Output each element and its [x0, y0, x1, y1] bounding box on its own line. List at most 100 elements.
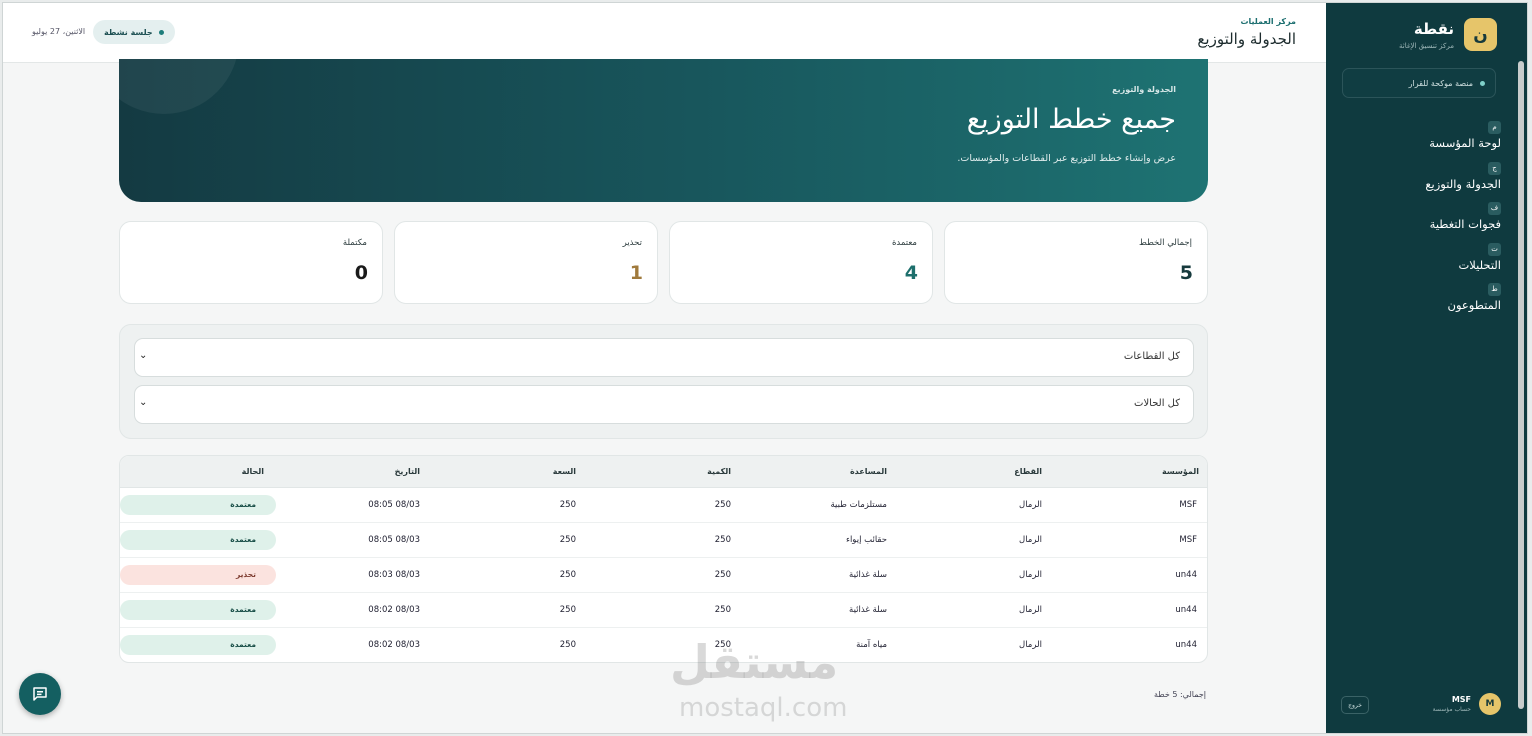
platform-tag-label: منصة موكحة للقرار [1408, 78, 1473, 88]
logout-button[interactable]: خروج [1341, 696, 1369, 714]
cell-date: 08:05 08/03 [368, 500, 420, 510]
sidebar-item-label: التحليلات [1458, 257, 1501, 272]
hero-description: عرض وإنشاء خطط التوزيع عبر القطاعات والم… [957, 153, 1176, 164]
scrollbar[interactable] [1518, 61, 1524, 709]
cell-quantity: 250 [714, 570, 731, 580]
sidebar-item-label: الجدولة والتوزيع [1425, 176, 1501, 191]
cell-institution: un44 [1175, 605, 1197, 615]
status-dot-icon [1480, 80, 1485, 86]
status-select[interactable]: كل الحالات ⌄ [134, 385, 1194, 424]
sidebar-item-dashboard[interactable]: م لوحة المؤسسة [1351, 114, 1501, 155]
decorative-circle [119, 59, 239, 114]
th-capacity: السعة [552, 467, 576, 476]
sidebar-item-analytics[interactable]: ت التحليلات [1351, 236, 1501, 277]
app-window: مركز العمليات الجدولة والتوزيع جلسة نشطة… [2, 2, 1528, 734]
stat-label: إجمالي الخطط [1139, 238, 1192, 248]
plans-table: المؤسسة القطاع المساعدة الكمية السعة الت… [119, 455, 1208, 663]
stat-value: 5 [1179, 262, 1193, 284]
stat-card-warning: تحذير 1 [394, 221, 658, 304]
brand-logo: ن [1464, 18, 1497, 51]
watermark: مستقل [670, 635, 839, 689]
cell-quantity: 250 [714, 500, 731, 510]
cell-sector: الرمال [1019, 570, 1042, 580]
stat-label: تحذير [622, 238, 642, 248]
status-badge: معتمدة [120, 495, 276, 515]
stat-label: معتمدة [891, 238, 917, 248]
cell-institution: MSF [1179, 500, 1197, 510]
header-date: الاثنين، 27 يوليو [32, 27, 86, 36]
cell-institution: un44 [1175, 570, 1197, 580]
chat-icon [33, 687, 47, 701]
hero-title: جميع خطط التوزيع [966, 104, 1176, 135]
header-subtitle: مركز العمليات [1240, 17, 1296, 26]
sidebar-item-schedule[interactable]: ج الجدولة والتوزيع [1351, 155, 1501, 196]
hero-kicker: الجدولة والتوزيع [1112, 85, 1176, 94]
cell-capacity: 250 [559, 500, 576, 510]
th-quantity: الكمية [707, 467, 731, 476]
sidebar-item-volunteers[interactable]: ط المتطوعون [1351, 276, 1501, 317]
brand-name: نقطة [1413, 19, 1454, 38]
cell-sector: الرمال [1019, 605, 1042, 615]
avatar: M [1479, 693, 1501, 715]
table-row[interactable]: MSF الرمال مستلزمات طبية 250 250 08:05 0… [120, 488, 1207, 523]
dashboard-icon: م [1488, 121, 1501, 134]
watermark-url: mostaql.com [679, 693, 848, 723]
th-institution: المؤسسة [1162, 467, 1199, 476]
table-row[interactable]: un44 الرمال سلة غذائية 250 250 08:03 08/… [120, 558, 1207, 593]
stat-card-approved: معتمدة 4 [669, 221, 933, 304]
hero-banner: الجدولة والتوزيع جميع خطط التوزيع عرض وإ… [119, 59, 1208, 202]
stat-card-completed: مكتملة 0 [119, 221, 383, 304]
filters-panel: كل القطاعات ⌄ كل الحالات ⌄ [119, 324, 1208, 439]
chat-button[interactable] [19, 673, 61, 715]
total-count: إجمالي: 5 خطة [1153, 690, 1206, 699]
th-status: الحالة [241, 467, 264, 476]
stat-value: 0 [354, 262, 368, 284]
analytics-icon: ت [1488, 242, 1501, 256]
stat-value: 1 [629, 262, 643, 284]
sidebar-item-label: المتطوعون [1447, 298, 1501, 312]
stat-card-total: إجمالي الخطط 5 [944, 221, 1208, 304]
stat-label: مكتملة [342, 238, 367, 248]
user-profile[interactable]: M MSF حساب مؤسسة [1433, 693, 1501, 715]
top-header: مركز العمليات الجدولة والتوزيع جلسة نشطة… [3, 3, 1328, 63]
cell-capacity: 250 [559, 570, 576, 580]
cell-date: 08:02 08/03 [368, 605, 420, 615]
cell-institution: MSF [1179, 535, 1197, 545]
cell-capacity: 250 [559, 640, 576, 650]
schedule-icon: ج [1488, 161, 1501, 175]
user-role: حساب مؤسسة [1432, 706, 1471, 713]
gaps-icon: ف [1488, 202, 1501, 215]
table-row[interactable]: MSF الرمال حقائب إيواء 250 250 08:05 08/… [120, 523, 1207, 558]
status-dot-icon [158, 29, 164, 35]
sidebar-nav: م لوحة المؤسسة ج الجدولة والتوزيع ف فجوا… [1351, 114, 1501, 317]
cell-quantity: 250 [714, 605, 731, 615]
sidebar-item-gaps[interactable]: ف فجوات التغطية [1351, 195, 1501, 236]
brand[interactable]: ن نقطة مركز تنسيق الإغاثة [1399, 18, 1497, 51]
th-sector: القطاع [1014, 467, 1042, 476]
cell-capacity: 250 [559, 605, 576, 615]
cell-date: 08:05 08/03 [368, 535, 420, 545]
cell-aid: مستلزمات طبية [830, 500, 887, 510]
th-date: التاريخ [394, 467, 420, 476]
cell-aid: مياه آمنة [856, 640, 887, 650]
cell-aid: سلة غذائية [849, 570, 887, 580]
status-badge: تحذير [120, 565, 276, 585]
sector-select-value: كل القطاعات [1123, 351, 1180, 362]
cell-quantity: 250 [714, 535, 731, 545]
sector-select[interactable]: كل القطاعات ⌄ [134, 338, 1194, 377]
cell-sector: الرمال [1019, 535, 1042, 545]
platform-tag: منصة موكحة للقرار [1342, 68, 1496, 98]
th-aid: المساعدة [849, 467, 887, 476]
cell-aid: سلة غذائية [849, 605, 887, 615]
cell-aid: حقائب إيواء [845, 535, 887, 545]
cell-institution: un44 [1175, 640, 1197, 650]
session-badge: جلسة نشطة [93, 20, 175, 44]
status-badge: معتمدة [120, 635, 276, 655]
stat-value: 4 [904, 262, 918, 284]
table-row[interactable]: un44 الرمال سلة غذائية 250 250 08:02 08/… [120, 593, 1207, 628]
session-label: جلسة نشطة [104, 27, 153, 37]
status-badge: معتمدة [120, 600, 276, 620]
table-row[interactable]: un44 الرمال مياه آمنة 250 250 08:02 08/0… [120, 628, 1207, 662]
volunteers-icon: ط [1488, 283, 1501, 296]
chevron-down-icon: ⌄ [139, 350, 148, 361]
